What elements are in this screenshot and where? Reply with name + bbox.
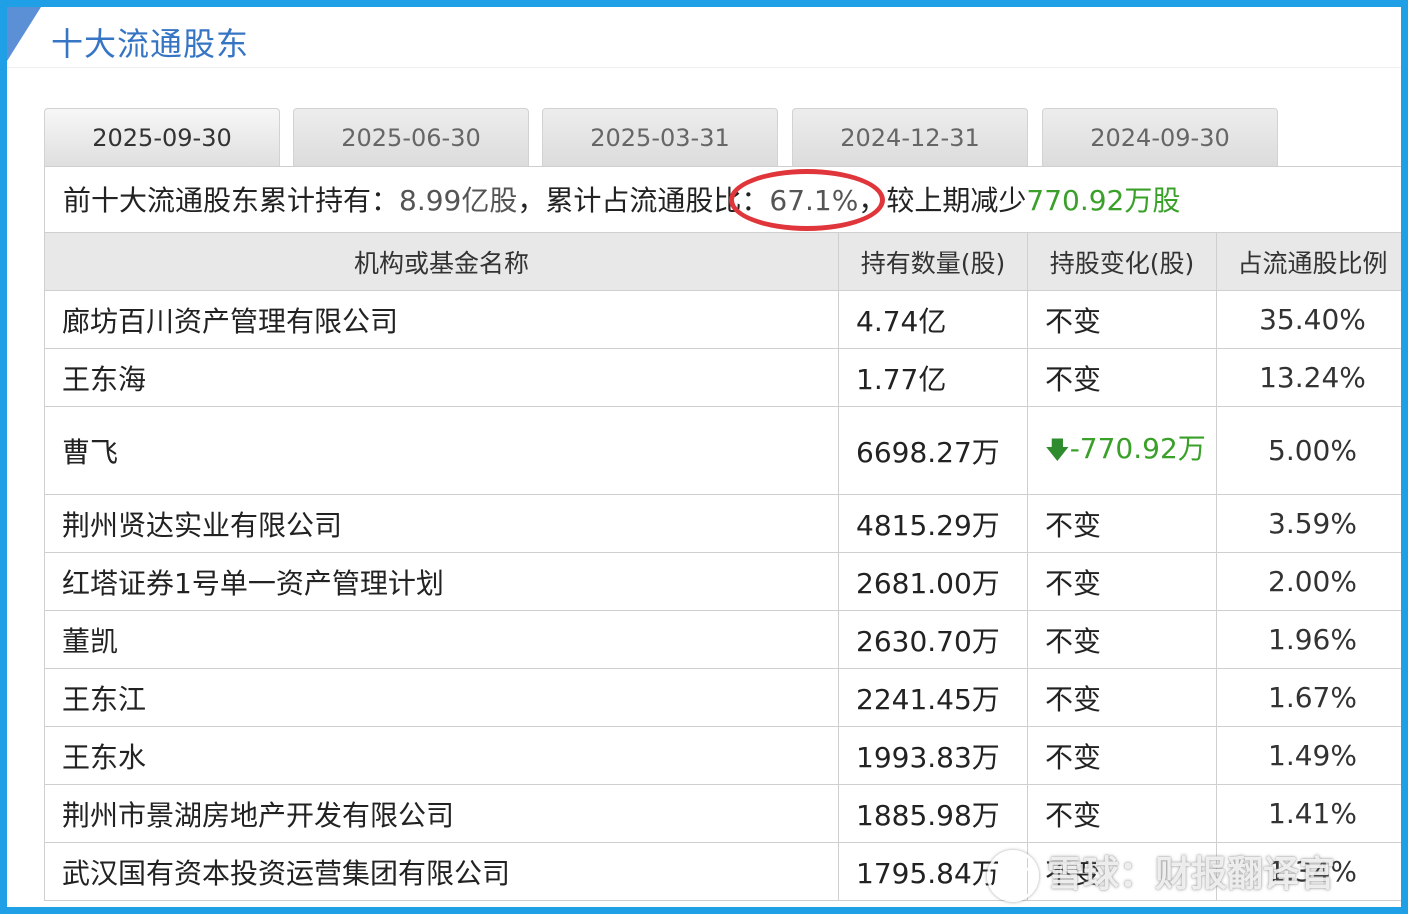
summary-prefix: 前十大流通股东累计持有： xyxy=(63,184,400,217)
watermark-text: 雪球：财报翻译官 xyxy=(1047,854,1336,895)
holder-name[interactable]: 红塔证券1号单一资产管理计划 xyxy=(44,552,839,611)
holder-name[interactable]: 王东海 xyxy=(44,348,839,407)
holder-shares: 2630.70万 xyxy=(838,610,1028,669)
holder-ratio: 1.49% xyxy=(1216,726,1401,785)
holder-name[interactable]: 曹飞 xyxy=(44,406,839,495)
tab-2024-12-31[interactable]: 2024-12-31 xyxy=(792,108,1028,166)
summary-ratio-highlight: 67.1% xyxy=(729,167,886,234)
holder-shares: 4.74亿 xyxy=(838,290,1028,349)
holder-name[interactable]: 荆州贤达实业有限公司 xyxy=(44,494,839,553)
holder-change: 不变 xyxy=(1027,290,1217,349)
holder-shares: 1993.83万 xyxy=(838,726,1028,785)
holder-ratio: 1.41% xyxy=(1216,784,1401,843)
table-row: 王东海 1.77亿 不变 13.24% xyxy=(44,348,1401,407)
holder-name[interactable]: 王东水 xyxy=(44,726,839,785)
header-change[interactable]: 持股变化(股) xyxy=(1027,232,1217,291)
summary-total-shares: 8.99亿股 xyxy=(399,184,518,217)
holder-shares: 6698.27万 xyxy=(838,406,1028,495)
holder-name[interactable]: 廊坊百川资产管理有限公司 xyxy=(44,290,839,349)
top-ten-holders-table: 机构或基金名称 持有数量(股) 持股变化(股) 占流通股比例 廊坊百川资产管理有… xyxy=(44,232,1401,901)
holder-change: 不变 xyxy=(1027,348,1217,407)
holder-change: 不变 xyxy=(1027,726,1217,785)
snowball-logo-icon xyxy=(987,850,1039,902)
holder-shares: 2681.00万 xyxy=(838,552,1028,611)
tab-2025-09-30[interactable]: 2025-09-30 xyxy=(44,108,280,168)
watermark: 雪球：财报翻译官 xyxy=(987,845,1335,905)
table-row: 王东江 2241.45万 不变 1.67% xyxy=(44,668,1401,727)
summary-change-prefix: 较上期减少 xyxy=(886,184,1027,217)
holder-ratio: 1.67% xyxy=(1216,668,1401,727)
header-name[interactable]: 机构或基金名称 xyxy=(44,232,839,291)
holder-shares: 1885.98万 xyxy=(838,784,1028,843)
holder-shares: 4815.29万 xyxy=(838,494,1028,553)
holder-ratio: 2.00% xyxy=(1216,552,1401,611)
holdings-summary: 前十大流通股东累计持有：8.99亿股，累计占流通股比： 67.1%，较上期减少77… xyxy=(44,166,1401,234)
holder-shares: 1.77亿 xyxy=(838,348,1028,407)
tab-2025-03-31[interactable]: 2025-03-31 xyxy=(542,108,778,166)
table-row: 曹飞 6698.27万 🡇-770.92万 5.00% xyxy=(44,406,1401,495)
page-frame: 十大流通股东 2025-09-30 2025-06-30 2025-03-31 … xyxy=(0,0,1408,914)
holder-change: 不变 xyxy=(1027,494,1217,553)
holder-ratio: 3.59% xyxy=(1216,494,1401,553)
holder-ratio: 35.40% xyxy=(1216,290,1401,349)
table-row: 廊坊百川资产管理有限公司 4.74亿 不变 35.40% xyxy=(44,290,1401,349)
holder-change-cell: 🡇-770.92万 xyxy=(1027,406,1217,495)
header-ratio[interactable]: 占流通股比例 xyxy=(1216,232,1401,291)
holder-change: 不变 xyxy=(1027,552,1217,611)
header-shares[interactable]: 持有数量(股) xyxy=(838,232,1028,291)
holder-change: -770.92万 xyxy=(1069,432,1206,465)
red-circle-annotation xyxy=(729,169,886,231)
table-row: 王东水 1993.83万 不变 1.49% xyxy=(44,726,1401,785)
summary-change-value: 770.92万股 xyxy=(1026,184,1181,217)
holder-ratio: 1.96% xyxy=(1216,610,1401,669)
down-arrow-icon: 🡇 xyxy=(1045,436,1070,464)
corner-accent-icon xyxy=(7,7,41,61)
table-row: 荆州市景湖房地产开发有限公司 1885.98万 不变 1.41% xyxy=(44,784,1401,843)
table-row: 红塔证券1号单一资产管理计划 2681.00万 不变 2.00% xyxy=(44,552,1401,611)
holder-ratio: 13.24% xyxy=(1216,348,1401,407)
section-title: 十大流通股东 xyxy=(51,25,250,63)
holder-name[interactable]: 武汉国有资本投资运营集团有限公司 xyxy=(44,842,839,901)
section-header: 十大流通股东 xyxy=(7,7,1401,68)
holder-name[interactable]: 董凯 xyxy=(44,610,839,669)
table-header-row: 机构或基金名称 持有数量(股) 持股变化(股) 占流通股比例 xyxy=(44,232,1401,291)
holder-shares: 2241.45万 xyxy=(838,668,1028,727)
tab-2025-06-30[interactable]: 2025-06-30 xyxy=(293,108,529,166)
holder-change: 不变 xyxy=(1027,784,1217,843)
holder-change: 不变 xyxy=(1027,610,1217,669)
holder-name[interactable]: 荆州市景湖房地产开发有限公司 xyxy=(44,784,839,843)
table-row: 荆州贤达实业有限公司 4815.29万 不变 3.59% xyxy=(44,494,1401,553)
table-row: 董凯 2630.70万 不变 1.96% xyxy=(44,610,1401,669)
holder-ratio: 5.00% xyxy=(1216,406,1401,495)
holder-change: 不变 xyxy=(1027,668,1217,727)
holder-name[interactable]: 王东江 xyxy=(44,668,839,727)
tab-2024-09-30[interactable]: 2024-09-30 xyxy=(1042,108,1278,166)
